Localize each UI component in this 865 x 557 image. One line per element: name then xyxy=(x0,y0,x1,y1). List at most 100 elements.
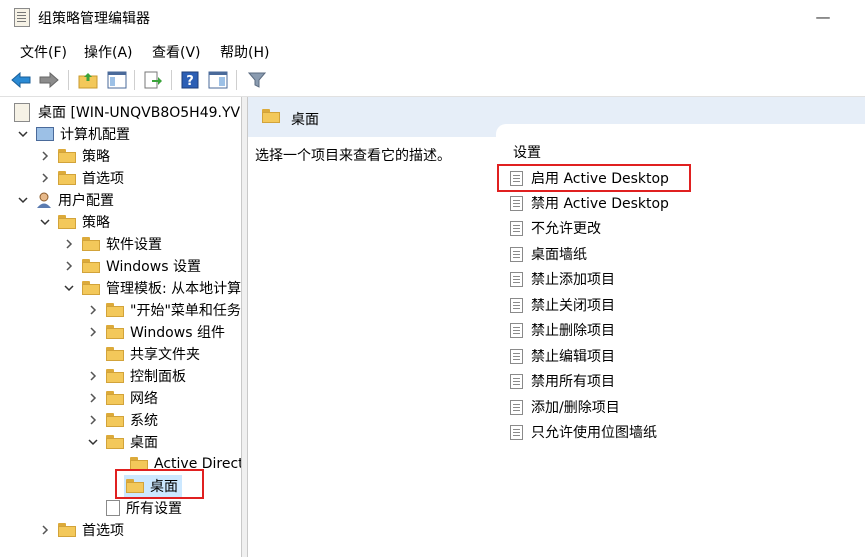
chevron-right-icon[interactable] xyxy=(38,171,52,185)
pane-splitter[interactable] xyxy=(241,97,248,557)
settings-doc-icon xyxy=(106,500,120,516)
extended-tab xyxy=(496,124,865,144)
setting-item[interactable]: 桌面墙纸 xyxy=(510,243,587,265)
setting-item[interactable]: 禁用所有项目 xyxy=(510,370,615,392)
menu-bar: 文件(F) 操作(A) 查看(V) 帮助(H) xyxy=(0,38,865,63)
folder-icon xyxy=(82,237,100,251)
folder-icon xyxy=(106,303,124,317)
menu-help[interactable]: 帮助(H) xyxy=(220,42,269,62)
tree-windows-components[interactable]: Windows 组件 xyxy=(86,321,225,343)
tree-control-panel[interactable]: 控制面板 xyxy=(86,365,186,387)
tree-desktop[interactable]: 桌面 xyxy=(86,431,158,453)
chevron-right-icon[interactable] xyxy=(86,303,100,317)
setting-item[interactable]: 不允许更改 xyxy=(510,217,601,239)
chevron-right-icon[interactable] xyxy=(86,391,100,405)
window-title: 组策略管理编辑器 xyxy=(38,11,150,27)
tree-start-menu[interactable]: "开始"菜单和任务 xyxy=(86,299,241,321)
tree-root[interactable]: 桌面 [WIN-UNQVB8O5H49.YV xyxy=(14,101,240,123)
setting-item[interactable]: 禁止添加项目 xyxy=(510,268,615,290)
tree-desktop-selected[interactable]: 桌面 xyxy=(124,475,182,497)
folder-icon xyxy=(130,457,148,471)
tree-network[interactable]: 网络 xyxy=(86,387,158,409)
setting-item[interactable]: 只允许使用位图墙纸 xyxy=(510,421,657,443)
policy-setting-icon xyxy=(510,220,523,236)
chevron-right-icon[interactable] xyxy=(38,523,52,537)
tree-admin-templates[interactable]: 管理模板: 从本地计算 xyxy=(62,277,241,299)
app-icon xyxy=(14,8,30,27)
policy-setting-icon xyxy=(510,195,523,211)
policy-setting-icon xyxy=(510,399,523,415)
tree-all-settings[interactable]: 所有设置 xyxy=(86,497,182,519)
tree-shared-folders[interactable]: 共享文件夹 xyxy=(86,343,200,365)
folder-icon xyxy=(262,109,280,123)
setting-item[interactable]: 禁止编辑项目 xyxy=(510,345,615,367)
computer-icon xyxy=(36,127,54,141)
chevron-right-icon[interactable] xyxy=(62,237,76,251)
folder-icon xyxy=(58,149,76,163)
back-arrow-icon[interactable] xyxy=(10,69,32,91)
policy-setting-icon xyxy=(510,271,523,287)
chevron-right-icon[interactable] xyxy=(86,369,100,383)
chevron-right-icon[interactable] xyxy=(86,413,100,427)
details-pane: 桌面 选择一个项目来查看它的描述。 设置 启用 Active Desktop 禁… xyxy=(248,97,865,557)
tree-computer-config[interactable]: 计算机配置 xyxy=(16,123,130,145)
tree-uc-policy[interactable]: 策略 xyxy=(38,211,110,233)
description-text: 选择一个项目来查看它的描述。 xyxy=(255,148,451,164)
folder-icon xyxy=(106,347,124,361)
settings-column-header[interactable]: 设置 xyxy=(513,142,541,162)
policy-setting-icon xyxy=(510,348,523,364)
setting-item[interactable]: 启用 Active Desktop xyxy=(510,167,669,189)
tree-software-settings[interactable]: 软件设置 xyxy=(62,233,162,255)
folder-icon xyxy=(82,281,100,295)
folder-icon xyxy=(58,171,76,185)
export-list-icon[interactable] xyxy=(142,69,164,91)
title-bar: 组策略管理编辑器 — xyxy=(0,0,865,36)
properties-icon[interactable] xyxy=(207,69,229,91)
chevron-down-icon[interactable] xyxy=(62,281,76,295)
user-icon xyxy=(36,192,52,208)
folder-icon xyxy=(126,479,144,493)
policy-setting-icon xyxy=(510,373,523,389)
menu-file[interactable]: 文件(F) xyxy=(20,42,67,62)
setting-item[interactable]: 禁止关闭项目 xyxy=(510,294,615,316)
policy-setting-icon xyxy=(510,297,523,313)
policy-doc-icon xyxy=(14,102,30,122)
chevron-right-icon[interactable] xyxy=(38,149,52,163)
chevron-right-icon[interactable] xyxy=(62,259,76,273)
folder-icon xyxy=(106,391,124,405)
forward-arrow-icon[interactable] xyxy=(38,69,60,91)
tree-cc-preferences[interactable]: 首选项 xyxy=(38,167,124,189)
tree-user-config[interactable]: 用户配置 xyxy=(16,189,114,211)
tree-uc-preferences[interactable]: 首选项 xyxy=(38,519,124,541)
setting-item[interactable]: 禁用 Active Desktop xyxy=(510,192,669,214)
policy-setting-icon xyxy=(510,322,523,338)
show-hide-tree-icon[interactable] xyxy=(106,69,128,91)
chevron-down-icon[interactable] xyxy=(86,435,100,449)
setting-item[interactable]: 添加/删除项目 xyxy=(510,396,620,418)
policy-setting-icon xyxy=(510,246,523,262)
menu-action[interactable]: 操作(A) xyxy=(84,42,133,62)
folder-icon xyxy=(106,413,124,427)
tree-active-directory[interactable]: Active Direct xyxy=(110,453,241,475)
svg-text:?: ? xyxy=(186,74,194,89)
details-header-title: 桌面 xyxy=(291,112,319,128)
folder-icon xyxy=(58,523,76,537)
chevron-down-icon[interactable] xyxy=(38,215,52,229)
tree-system[interactable]: 系统 xyxy=(86,409,158,431)
folder-icon xyxy=(58,215,76,229)
help-icon[interactable]: ? xyxy=(179,69,201,91)
minimize-button[interactable]: — xyxy=(813,8,833,26)
tree-cc-policy[interactable]: 策略 xyxy=(38,145,110,167)
up-folder-icon[interactable] xyxy=(77,69,99,91)
policy-setting-icon xyxy=(510,170,523,186)
chevron-right-icon[interactable] xyxy=(86,325,100,339)
chevron-down-icon[interactable] xyxy=(16,127,30,141)
tree-pane[interactable]: 桌面 [WIN-UNQVB8O5H49.YV 计算机配置 策略 首选项 用户配置… xyxy=(0,97,241,557)
menu-view[interactable]: 查看(V) xyxy=(152,42,201,62)
tree-windows-settings[interactable]: Windows 设置 xyxy=(62,255,201,277)
filter-icon[interactable] xyxy=(246,69,268,91)
setting-item[interactable]: 禁止删除项目 xyxy=(510,319,615,341)
policy-setting-icon xyxy=(510,424,523,440)
chevron-down-icon[interactable] xyxy=(16,193,30,207)
folder-icon xyxy=(106,435,124,449)
